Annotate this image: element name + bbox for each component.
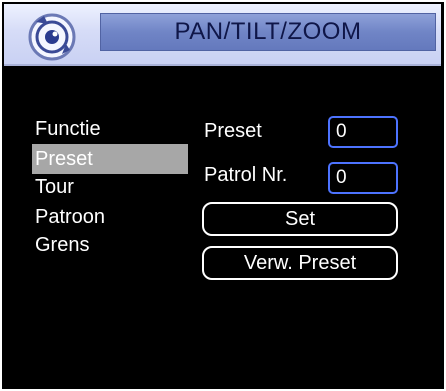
menu-item-patroon[interactable]: Patroon: [32, 202, 188, 232]
ptz-dialog: PAN/TILT/ZOOM Functie Preset Tour Patroo…: [0, 0, 446, 391]
menu-item-tour[interactable]: Tour: [32, 172, 188, 202]
menu-item-functie[interactable]: Functie: [32, 114, 188, 144]
window-title: PAN/TILT/ZOOM: [174, 18, 362, 45]
title-bar: PAN/TILT/ZOOM: [4, 4, 441, 66]
preset-label: Preset: [204, 120, 262, 142]
title-plate: PAN/TILT/ZOOM: [100, 13, 436, 51]
menu-item-preset[interactable]: Preset: [32, 144, 188, 174]
patrol-input[interactable]: 0: [328, 162, 398, 194]
preset-input[interactable]: 0: [328, 116, 398, 148]
menu-item-grens[interactable]: Grens: [32, 230, 188, 260]
camera-ptz-icon: [26, 10, 78, 62]
patrol-label: Patrol Nr.: [204, 164, 288, 186]
set-button[interactable]: Set: [202, 202, 398, 236]
remove-preset-button[interactable]: Verw. Preset: [202, 246, 398, 280]
